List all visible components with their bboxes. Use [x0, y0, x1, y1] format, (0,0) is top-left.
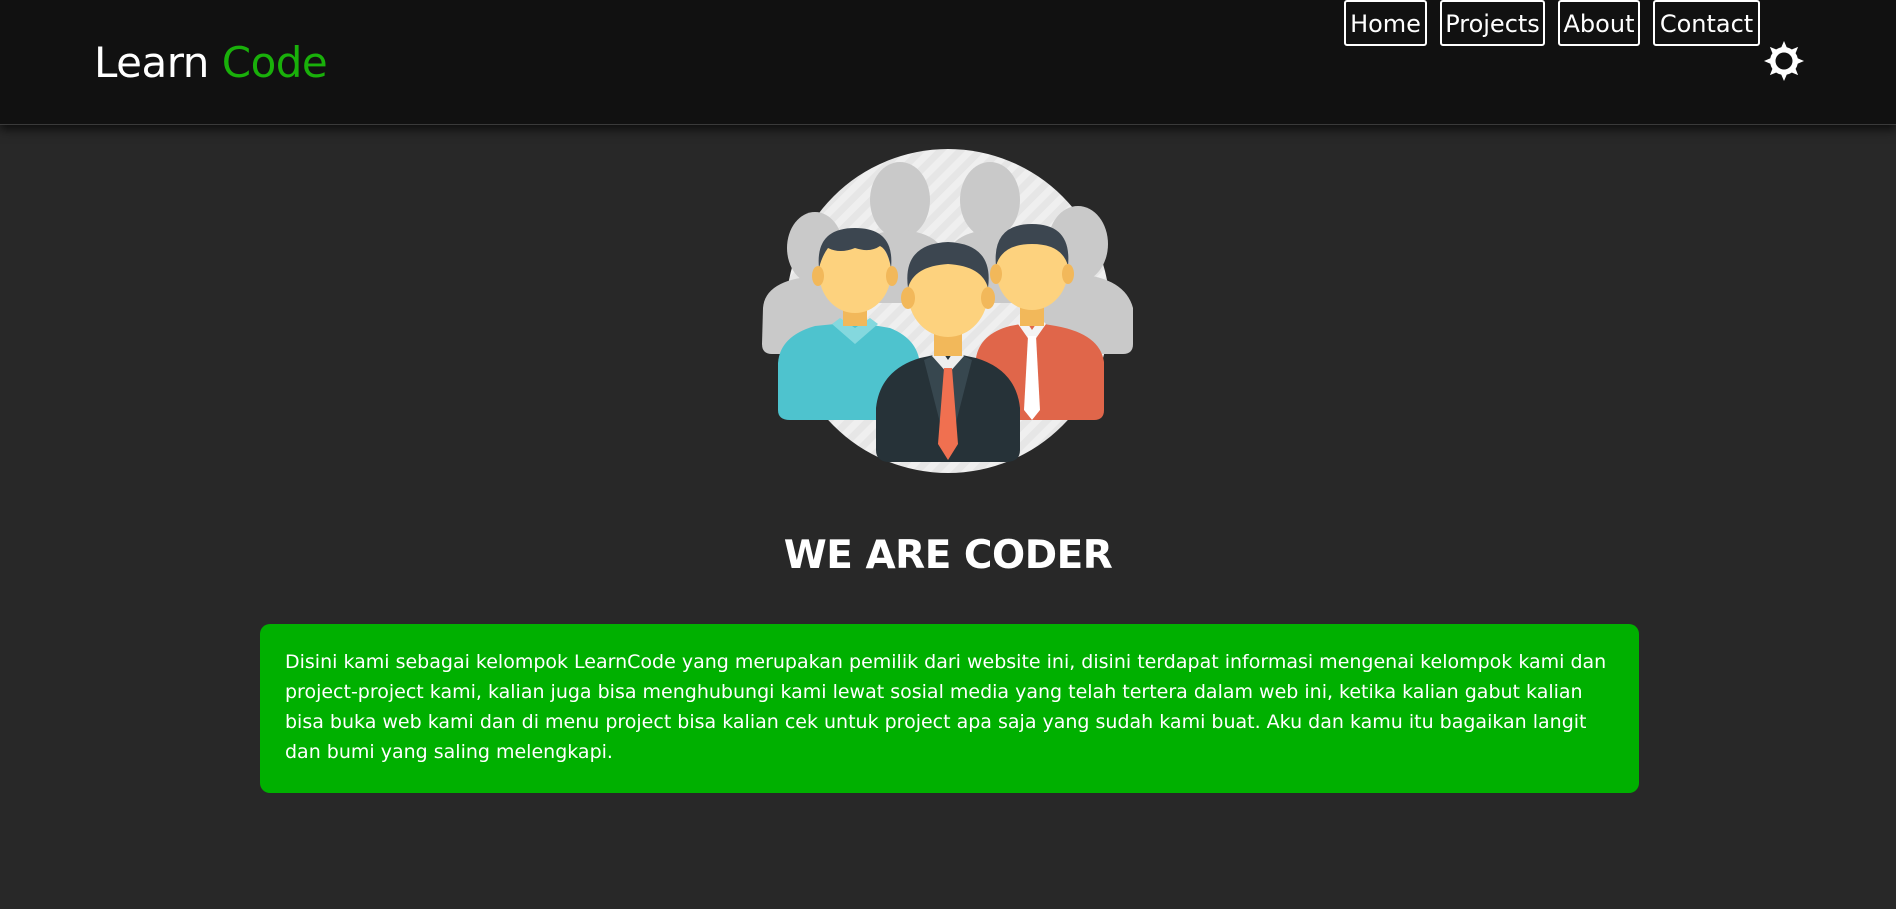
site-logo[interactable]: Learn Code: [94, 34, 328, 92]
about-card: Disini kami sebagai kelompok LearnCode y…: [260, 624, 1639, 793]
page-title: WE ARE CODER: [783, 533, 1113, 579]
about-text: Disini kami sebagai kelompok LearnCode y…: [285, 651, 1607, 763]
sun-icon: [1764, 41, 1804, 81]
theme-toggle-button[interactable]: [1763, 40, 1805, 82]
logo-code: Code: [221, 38, 328, 87]
navbar: Learn Code Home Projects About Contact: [0, 0, 1896, 125]
nav-home-link[interactable]: Home: [1344, 0, 1427, 46]
team-group-icon: [760, 148, 1136, 478]
logo-learn: Learn: [94, 38, 209, 87]
nav-projects-link[interactable]: Projects: [1440, 0, 1545, 46]
nav-contact-link[interactable]: Contact: [1653, 0, 1760, 46]
nav-about-link[interactable]: About: [1558, 0, 1640, 46]
